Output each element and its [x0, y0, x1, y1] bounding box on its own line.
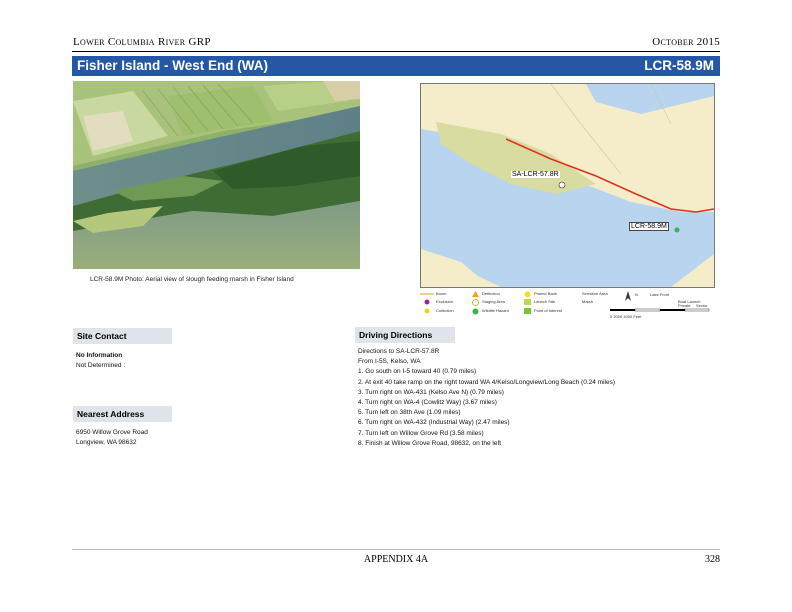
header-date: October 2015 [652, 36, 720, 48]
deflection-symbol [472, 291, 479, 297]
site-code: LCR-58.9M [644, 58, 714, 73]
legend-private: Private [678, 303, 691, 308]
legend-north: N [635, 292, 638, 297]
staging-marker [558, 181, 566, 189]
direction-line: Directions to SA-LCR-57.8R [358, 348, 440, 355]
site-map-graphic [421, 84, 714, 287]
legend-wildlife: Wildlife Hazard [482, 308, 509, 313]
aerial-photo [73, 81, 360, 269]
legend-protect-bank: Protect Bank [534, 291, 557, 296]
direction-line: 3. Turn right on WA-431 (Kelso Ave N) (0… [358, 388, 504, 396]
collection-symbol [424, 308, 430, 314]
title-bar: Fisher Island - West End (WA) LCR-58.9M [72, 56, 720, 76]
header-org: Lower Columbia River GRP [73, 36, 211, 48]
directions-list: Directions to SA-LCR-57.8R From I-5S, Ke… [358, 347, 615, 449]
map-label-site: LCR-58.9M [629, 222, 669, 231]
legend-exclusion: Exclusion [436, 299, 454, 304]
legend-sector: Sector [696, 303, 708, 308]
direction-line: 2. At exit 40 take ramp on the right tow… [358, 378, 616, 386]
aerial-photo-graphic [73, 81, 360, 269]
nearest-address-heading: Nearest Address [73, 406, 172, 422]
legend-staging: Staging Area [482, 299, 505, 304]
site-contact-line2: Not Determined : [76, 362, 126, 369]
site-name: Fisher Island - West End (WA) [77, 58, 269, 73]
legend-deflection: Deflection [482, 291, 500, 296]
photo-caption: LCR-58.9M Photo: Aerial view of slough f… [90, 276, 294, 283]
map-legend: Boom Exclusion Collection Deflection Sta… [420, 289, 713, 319]
staging-symbol [472, 299, 479, 306]
exclusion-symbol [424, 299, 430, 305]
boom-symbol [420, 293, 434, 295]
legend-lake-front: Lake Front [650, 292, 670, 297]
footer-appendix: APPENDIX 4A [363, 554, 429, 565]
legend-launch: Launch Site [534, 299, 556, 304]
site-contact-line1: No Information [76, 352, 123, 359]
north-arrow-icon [625, 291, 631, 301]
address-line1: 6950 Willow Grove Road [76, 429, 148, 436]
direction-line: 4. Turn right on WA-4 (Cowlitz Way) (3.6… [358, 399, 497, 407]
direction-line: 6. Turn right on WA-432 (Industrial Way)… [358, 419, 510, 427]
driving-directions-heading: Driving Directions [355, 327, 455, 343]
legend-collection: Collection [436, 308, 454, 313]
address-line2: Longview, WA 98632 [76, 439, 137, 446]
direction-line: From I-5S, Kelso, WA [358, 358, 421, 366]
protect-bank-symbol [524, 291, 531, 298]
direction-line: 5. Turn left on 38th Ave (1.09 miles) [358, 409, 461, 417]
footer-rule [72, 549, 720, 550]
site-marker [674, 227, 680, 233]
site-contact-heading: Site Contact [73, 328, 172, 344]
launch-symbol [524, 299, 531, 305]
legend-poi: Point of Interest [534, 308, 563, 313]
legend-scale: 0 2000 4000 Feet [610, 314, 642, 319]
direction-line: 7. Turn left on Willow Grove Rd (3.58 mi… [358, 429, 484, 437]
poi-symbol [524, 308, 531, 314]
legend-boom: Boom [436, 291, 447, 296]
legend-sensitive: Sensitive Area [582, 291, 608, 296]
wildlife-symbol [472, 308, 479, 315]
site-map: SA-LCR-57.8R LCR-58.9M [420, 83, 715, 288]
direction-line: 1. Go south on I-5 toward 40 (0.79 miles… [358, 368, 477, 376]
map-label-sa: SA-LCR-57.8R [511, 171, 560, 178]
page-number: 328 [705, 554, 720, 565]
header-rule [72, 51, 720, 52]
direction-line: 8. Finish at Willow Grove Road, 98632, o… [358, 439, 502, 447]
legend-marsh: Marsh [582, 299, 594, 304]
